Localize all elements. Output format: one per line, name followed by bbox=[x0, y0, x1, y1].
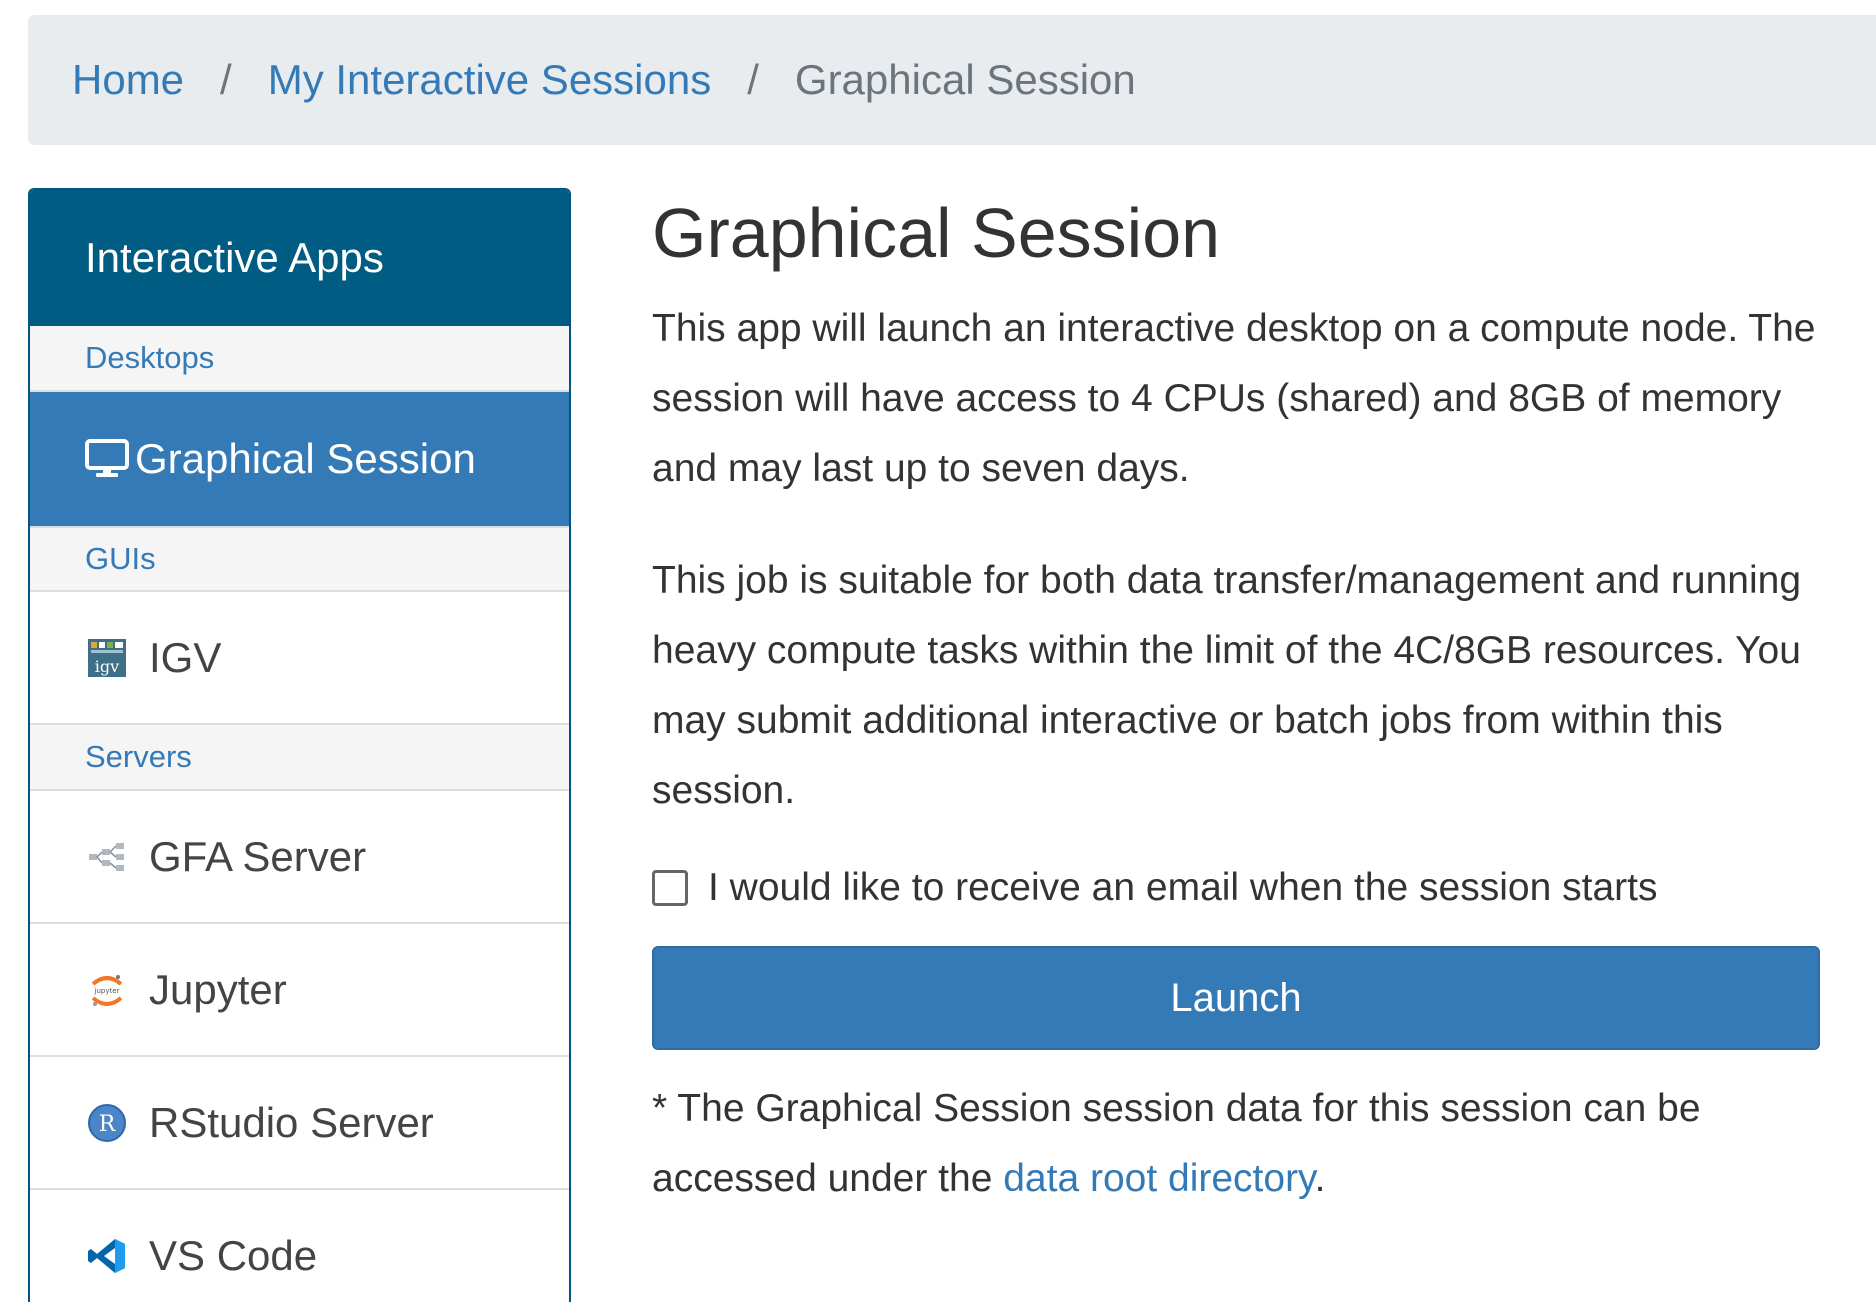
sidebar-header: Interactive Apps bbox=[30, 190, 569, 326]
sidebar-item-label: RStudio Server bbox=[149, 1098, 434, 1146]
svg-text:R: R bbox=[99, 1112, 117, 1137]
data-root-note-suffix: . bbox=[1314, 1157, 1326, 1200]
vscode-icon bbox=[85, 1234, 129, 1278]
sidebar-item-igv[interactable]: igv IGV bbox=[30, 592, 569, 725]
page-title: Graphical Session bbox=[652, 194, 1221, 272]
sidebar-item-rstudio-server[interactable]: R RStudio Server bbox=[30, 1057, 569, 1190]
sidebar-item-vs-code[interactable]: VS Code bbox=[30, 1190, 569, 1302]
breadcrumb-current: Graphical Session bbox=[794, 56, 1136, 103]
gfa-icon bbox=[85, 835, 129, 879]
sidebar-category-servers: Servers bbox=[30, 725, 569, 791]
launch-button[interactable]: Launch bbox=[652, 946, 1820, 1050]
breadcrumb-separator: / bbox=[220, 56, 232, 103]
sidebar-item-label: GFA Server bbox=[149, 832, 367, 880]
sidebar-item-graphical-session[interactable]: Graphical Session bbox=[30, 392, 569, 526]
email-notification-option[interactable]: I would like to receive an email when th… bbox=[652, 866, 1822, 910]
data-root-directory-link[interactable]: data root directory bbox=[1003, 1157, 1314, 1200]
breadcrumb-sessions-link[interactable]: My Interactive Sessions bbox=[268, 56, 712, 104]
sidebar-item-label: VS Code bbox=[149, 1231, 318, 1279]
app-usage-description: This job is suitable for both data trans… bbox=[652, 559, 1802, 812]
jupyter-icon: jupyter bbox=[85, 968, 129, 1012]
svg-text:igv: igv bbox=[95, 657, 119, 676]
breadcrumb-home-link[interactable]: Home bbox=[72, 56, 184, 104]
main-content: Graphical Session This app will launch a… bbox=[652, 190, 1822, 1214]
email-notification-label: I would like to receive an email when th… bbox=[708, 866, 1658, 909]
sidebar-item-label: Graphical Session bbox=[135, 435, 476, 482]
breadcrumb: Home / My Interactive Sessions / Graphic… bbox=[28, 15, 1876, 145]
sidebar: Interactive Apps Desktops Graphical Sess… bbox=[28, 188, 571, 1302]
svg-text:jupyter: jupyter bbox=[94, 987, 120, 995]
desktop-icon bbox=[85, 437, 129, 481]
app-description: This app will launch an interactive desk… bbox=[652, 307, 1816, 490]
rstudio-icon: R bbox=[85, 1101, 129, 1145]
sidebar-item-gfa-server[interactable]: GFA Server bbox=[30, 791, 569, 924]
email-notification-checkbox[interactable] bbox=[652, 870, 688, 906]
sidebar-category-desktops: Desktops bbox=[30, 326, 569, 392]
igv-icon: igv bbox=[85, 636, 129, 680]
sidebar-item-jupyter[interactable]: jupyter Jupyter bbox=[30, 924, 569, 1057]
breadcrumb-separator: / bbox=[747, 56, 759, 103]
sidebar-category-guis: GUIs bbox=[30, 526, 569, 592]
sidebar-item-label: Jupyter bbox=[149, 965, 287, 1013]
sidebar-item-label: IGV bbox=[149, 633, 222, 681]
data-root-note: * The Graphical Session session data for… bbox=[652, 1074, 1822, 1214]
